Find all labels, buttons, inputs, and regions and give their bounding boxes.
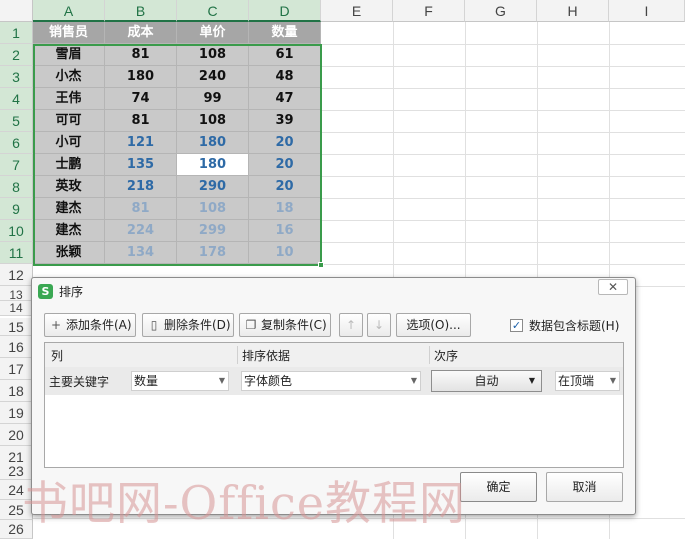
dropdown-arrow-icon: ▼	[528, 376, 535, 385]
row-header-14[interactable]: 14	[0, 301, 33, 316]
selection-border	[33, 44, 322, 266]
copy-icon: ❐	[245, 318, 257, 332]
order-select[interactable]: 自动 ▼	[431, 370, 542, 392]
position-select[interactable]: 在顶端 ▼	[555, 371, 620, 391]
column-header-h[interactable]: H	[537, 0, 609, 22]
sort-basis-select[interactable]: 字体颜色 ▼	[241, 371, 421, 391]
row-header-6[interactable]: 6	[0, 132, 33, 154]
column-heading-basis: 排序依据	[242, 349, 291, 363]
header-cell[interactable]: 单价	[177, 22, 249, 44]
dropdown-arrow-icon: ▼	[218, 376, 225, 385]
watermark: 书吧网-Office教程网	[22, 476, 467, 530]
plus-icon: +	[50, 318, 62, 332]
divider	[429, 346, 430, 364]
column-header-d[interactable]: D	[249, 0, 321, 22]
fill-handle[interactable]	[318, 262, 324, 268]
delete-condition-button[interactable]: ▯ 删除条件(D)	[142, 313, 234, 337]
close-button[interactable]: ✕	[598, 279, 628, 295]
column-header-f[interactable]: F	[393, 0, 465, 22]
divider	[237, 346, 238, 364]
row-header-15[interactable]: 15	[0, 318, 33, 336]
row-header-16[interactable]: 16	[0, 336, 33, 358]
header-cell[interactable]: 数量	[249, 22, 321, 44]
add-condition-label: 添加条件(A)	[66, 318, 132, 332]
column-heading-order: 次序	[434, 349, 459, 363]
column-heading-col: 列	[51, 349, 64, 363]
delete-condition-label: 删除条件(D)	[164, 318, 231, 332]
header-cell[interactable]: 成本	[105, 22, 177, 44]
row-header-11[interactable]: 11	[0, 242, 33, 264]
cancel-button[interactable]: 取消	[546, 472, 623, 502]
condition-table: 列 排序依据 次序 主要关键字 数量 ▼ 字体颜色 ▼ 自动 ▼ 在顶端 ▼	[44, 342, 624, 468]
column-header-i[interactable]: I	[609, 0, 685, 22]
move-down-button[interactable]: ↓	[367, 313, 391, 337]
order-value: 自动	[474, 374, 499, 388]
condition-table-header: 列 排序依据 次序	[45, 343, 623, 367]
row-header-17[interactable]: 17	[0, 358, 33, 380]
primary-key-label: 主要关键字	[49, 375, 110, 389]
has-header-checkbox[interactable]: ✓	[510, 319, 523, 332]
sort-basis-value: 字体颜色	[244, 374, 293, 388]
row-header-10[interactable]: 10	[0, 220, 33, 242]
move-up-button[interactable]: ↑	[339, 313, 363, 337]
row-header-5[interactable]: 5	[0, 110, 33, 132]
dropdown-arrow-icon: ▼	[609, 376, 616, 385]
column-header-b[interactable]: B	[105, 0, 177, 22]
condition-row[interactable]: 主要关键字 数量 ▼ 字体颜色 ▼ 自动 ▼ 在顶端 ▼	[45, 367, 623, 395]
row-header-12[interactable]: 12	[0, 264, 33, 286]
row-header-20[interactable]: 20	[0, 424, 33, 446]
dropdown-arrow-icon: ▼	[410, 376, 417, 385]
dialog-title-bar[interactable]: S 排序 ✕	[32, 278, 635, 304]
row-header-18[interactable]: 18	[0, 380, 33, 402]
column-header-g[interactable]: G	[465, 0, 537, 22]
key-column-select[interactable]: 数量 ▼	[131, 371, 229, 391]
ok-button[interactable]: 确定	[460, 472, 537, 502]
dialog-title: 排序	[59, 285, 84, 299]
position-value: 在顶端	[558, 374, 595, 388]
add-condition-button[interactable]: + 添加条件(A)	[44, 313, 136, 337]
column-header-a[interactable]: A	[33, 0, 105, 22]
row-header-2[interactable]: 2	[0, 44, 33, 66]
row-header-7[interactable]: 7	[0, 154, 33, 176]
row-header-19[interactable]: 19	[0, 402, 33, 424]
trash-icon: ▯	[150, 318, 158, 332]
wps-logo-icon: S	[38, 284, 53, 299]
column-header-c[interactable]: C	[177, 0, 249, 22]
has-header-label[interactable]: 数据包含标题(H)	[529, 317, 619, 334]
row-header-3[interactable]: 3	[0, 66, 33, 88]
column-header-e[interactable]: E	[321, 0, 393, 22]
row-header-9[interactable]: 9	[0, 198, 33, 220]
row-header-13[interactable]: 13	[0, 286, 33, 302]
key-column-value: 数量	[134, 374, 159, 388]
header-cell[interactable]: 销售员	[33, 22, 105, 44]
copy-condition-button[interactable]: ❐ 复制条件(C)	[239, 313, 331, 337]
row-header-1[interactable]: 1	[0, 22, 33, 44]
row-header-4[interactable]: 4	[0, 88, 33, 110]
row-header-8[interactable]: 8	[0, 176, 33, 198]
select-all-corner[interactable]	[0, 0, 33, 22]
copy-condition-label: 复制条件(C)	[261, 318, 327, 332]
options-button[interactable]: 选项(O)...	[396, 313, 471, 337]
